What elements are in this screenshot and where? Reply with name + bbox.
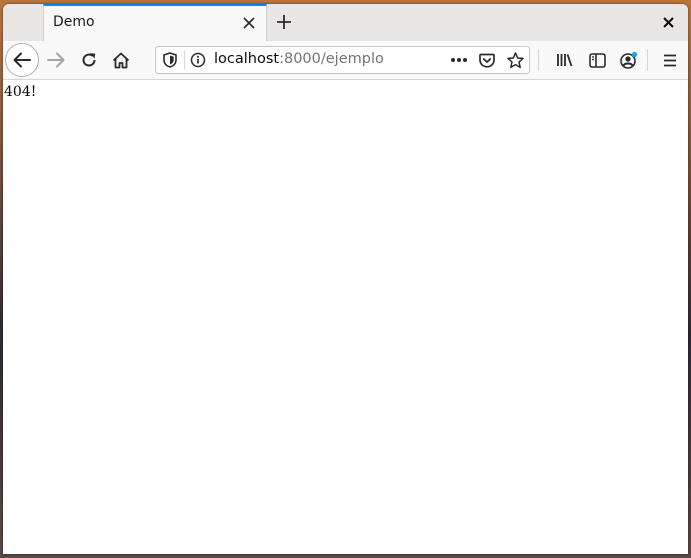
arrow-left-icon[interactable]: [5, 43, 39, 77]
tab-strip: Demo: [3, 4, 688, 41]
browser-window: Demo localhost:8000/ejemplo 404!: [3, 4, 688, 554]
page-content: 404!: [3, 80, 688, 554]
url-host: localhost: [214, 51, 280, 67]
page-body-text: 404!: [4, 84, 37, 100]
tab-demo[interactable]: Demo: [43, 4, 267, 41]
shield-icon[interactable]: [162, 52, 178, 68]
toolbar-separator: [647, 49, 648, 71]
sidebar-icon[interactable]: [582, 45, 612, 75]
url-text[interactable]: localhost:8000/ejemplo: [214, 51, 384, 67]
url-path: :8000/ejemplo: [279, 51, 384, 67]
arrow-right-icon[interactable]: [41, 45, 71, 75]
close-icon[interactable]: [238, 12, 260, 34]
info-icon[interactable]: [190, 52, 206, 68]
url-bar[interactable]: localhost:8000/ejemplo: [155, 46, 530, 74]
home-icon[interactable]: [106, 45, 136, 75]
star-icon[interactable]: [504, 50, 526, 70]
reload-icon[interactable]: [74, 45, 104, 75]
close-icon[interactable]: [656, 10, 680, 34]
hamburger-menu-icon[interactable]: [655, 45, 685, 75]
library-icon[interactable]: [550, 45, 580, 75]
account-icon[interactable]: [614, 45, 644, 75]
toolbar-separator: [538, 49, 539, 71]
pocket-icon[interactable]: [476, 50, 498, 70]
more-horizontal-icon[interactable]: [448, 50, 470, 70]
url-divider: [184, 51, 185, 69]
navigation-toolbar: localhost:8000/ejemplo: [3, 41, 688, 80]
tab-title: Demo: [53, 14, 95, 30]
plus-icon[interactable]: [271, 9, 297, 35]
